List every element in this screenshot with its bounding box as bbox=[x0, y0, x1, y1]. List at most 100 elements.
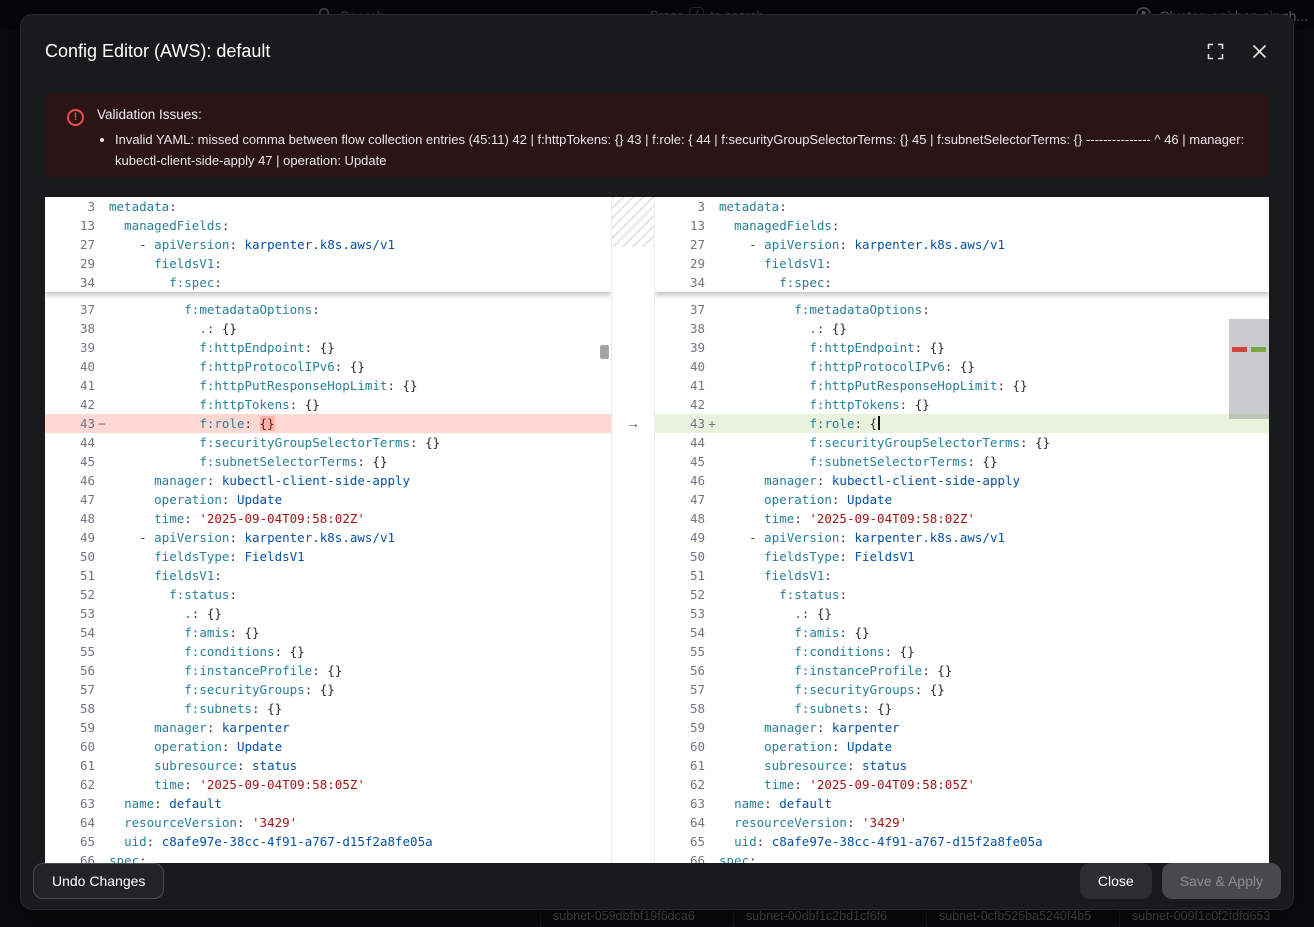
code-line: 50 fieldsType: FieldsV1 bbox=[655, 547, 1269, 566]
code-line: 50 fieldsType: FieldsV1 bbox=[45, 547, 611, 566]
scrollbar-thumb[interactable] bbox=[1229, 319, 1269, 419]
close-icon bbox=[1252, 44, 1267, 59]
code-line: 53 .: {} bbox=[655, 604, 1269, 623]
code-line: 41 f:httpPutResponseHopLimit: {} bbox=[655, 376, 1269, 395]
code-line: 59 manager: karpenter bbox=[45, 718, 611, 737]
close-button[interactable] bbox=[1250, 42, 1269, 61]
modal-footer: Undo Changes Close Save & Apply bbox=[21, 853, 1293, 909]
code-line: 40 f:httpProtocolIPv6: {} bbox=[655, 357, 1269, 376]
danger-icon: ! bbox=[67, 109, 84, 126]
overview-ruler[interactable] bbox=[1229, 197, 1269, 863]
code-line: 34 f:spec: bbox=[655, 273, 1269, 292]
code-line: 13 managedFields: bbox=[45, 216, 611, 235]
sticky-scroll-modified: 3metadata:13 managedFields:27 - apiVersi… bbox=[655, 197, 1269, 292]
code-line: 38 .: {} bbox=[45, 319, 611, 338]
code-line: 56 f:instanceProfile: {} bbox=[45, 661, 611, 680]
revert-change-arrow-icon[interactable]: → bbox=[612, 414, 654, 433]
code-line: 47 operation: Update bbox=[655, 490, 1269, 509]
code-line: 60 operation: Update bbox=[45, 737, 611, 756]
code-line: 57 f:securityGroups: {} bbox=[45, 680, 611, 699]
code-line: 29 fieldsV1: bbox=[45, 254, 611, 273]
code-line: 52 f:status: bbox=[655, 585, 1269, 604]
code-line: 57 f:securityGroups: {} bbox=[655, 680, 1269, 699]
code-line: 48 time: '2025-09-04T09:58:02Z' bbox=[45, 509, 611, 528]
modal-title: Config Editor (AWS): default bbox=[45, 41, 270, 62]
undo-changes-button[interactable]: Undo Changes bbox=[33, 863, 164, 899]
code-line: 44 f:securityGroupSelectorTerms: {} bbox=[45, 433, 611, 452]
code-line: 51 fieldsV1: bbox=[45, 566, 611, 585]
code-line: 58 f:subnets: {} bbox=[45, 699, 611, 718]
expand-icon bbox=[1207, 43, 1224, 60]
code-line: 52 f:status: bbox=[45, 585, 611, 604]
code-line: 64 resourceVersion: '3429' bbox=[45, 813, 611, 832]
code-body-modified: 37 f:metadataOptions:38 .: {}39 f:httpEn… bbox=[655, 300, 1269, 863]
code-line: 62 time: '2025-09-04T09:58:05Z' bbox=[45, 775, 611, 794]
diff-modified-pane[interactable]: 3metadata:13 managedFields:27 - apiVersi… bbox=[655, 197, 1269, 863]
code-body-original: 37 f:metadataOptions:38 .: {}39 f:httpEn… bbox=[45, 300, 611, 863]
code-line: 59 manager: karpenter bbox=[655, 718, 1269, 737]
code-line: 39 f:httpEndpoint: {} bbox=[655, 338, 1269, 357]
code-line: 51 fieldsV1: bbox=[655, 566, 1269, 585]
collapsed-region-stripes bbox=[612, 197, 654, 247]
code-line: 49 - apiVersion: karpenter.k8s.aws/v1 bbox=[655, 528, 1269, 547]
code-line: 63 name: default bbox=[655, 794, 1269, 813]
modal-header: Config Editor (AWS): default bbox=[21, 15, 1293, 87]
code-line: 45 f:subnetSelectorTerms: {} bbox=[45, 452, 611, 471]
code-line: 27 - apiVersion: karpenter.k8s.aws/v1 bbox=[655, 235, 1269, 254]
code-line: 63 name: default bbox=[45, 794, 611, 813]
original-scrollbar-thumb[interactable] bbox=[600, 345, 609, 359]
code-line: 42 f:httpTokens: {} bbox=[655, 395, 1269, 414]
code-line: 40 f:httpProtocolIPv6: {} bbox=[45, 357, 611, 376]
code-line: 46 manager: kubectl-client-side-apply bbox=[45, 471, 611, 490]
yaml-diff-editor: 3metadata:13 managedFields:27 - apiVersi… bbox=[45, 197, 1269, 863]
code-line: 60 operation: Update bbox=[655, 737, 1269, 756]
code-line: 46 manager: kubectl-client-side-apply bbox=[655, 471, 1269, 490]
diff-action-gutter: → bbox=[611, 197, 655, 863]
alert-item-list: Invalid YAML: missed comma between flow … bbox=[97, 129, 1245, 171]
alert-item: Invalid YAML: missed comma between flow … bbox=[115, 129, 1245, 171]
sticky-scroll-original: 3metadata:13 managedFields:27 - apiVersi… bbox=[45, 197, 611, 292]
code-line: 49 - apiVersion: karpenter.k8s.aws/v1 bbox=[45, 528, 611, 547]
diff-original-pane[interactable]: 3metadata:13 managedFields:27 - apiVersi… bbox=[45, 197, 611, 863]
code-line: 65 uid: c8afe97e-38cc-4f91-a767-d15f2a8f… bbox=[45, 832, 611, 851]
close-footer-button[interactable]: Close bbox=[1080, 863, 1152, 899]
code-line: 42 f:httpTokens: {} bbox=[45, 395, 611, 414]
code-line: 47 operation: Update bbox=[45, 490, 611, 509]
code-line: 55 f:conditions: {} bbox=[655, 642, 1269, 661]
code-line: 43+ f:role: { bbox=[655, 414, 1269, 433]
code-line: 61 subresource: status bbox=[655, 756, 1269, 775]
code-line: 27 - apiVersion: karpenter.k8s.aws/v1 bbox=[45, 235, 611, 254]
code-line: 13 managedFields: bbox=[655, 216, 1269, 235]
code-line: 37 f:metadataOptions: bbox=[655, 300, 1269, 319]
code-line: 38 .: {} bbox=[655, 319, 1269, 338]
code-line: 53 .: {} bbox=[45, 604, 611, 623]
code-line: 48 time: '2025-09-04T09:58:02Z' bbox=[655, 509, 1269, 528]
alert-title: Validation Issues: bbox=[97, 107, 1245, 122]
diff-added-marker bbox=[1251, 347, 1266, 352]
code-line: 29 fieldsV1: bbox=[655, 254, 1269, 273]
code-line: 34 f:spec: bbox=[45, 273, 611, 292]
code-line: 45 f:subnetSelectorTerms: {} bbox=[655, 452, 1269, 471]
code-line: 41 f:httpPutResponseHopLimit: {} bbox=[45, 376, 611, 395]
code-line: 62 time: '2025-09-04T09:58:05Z' bbox=[655, 775, 1269, 794]
save-apply-button[interactable]: Save & Apply bbox=[1162, 863, 1281, 899]
page: Search... Press / to search Cluster: ani… bbox=[0, 0, 1314, 927]
config-editor-modal: Config Editor (AWS): default ! Vali bbox=[20, 14, 1294, 910]
code-line: 39 f:httpEndpoint: {} bbox=[45, 338, 611, 357]
code-line: 3metadata: bbox=[45, 197, 611, 216]
diff-removed-marker bbox=[1232, 347, 1247, 352]
code-line: 61 subresource: status bbox=[45, 756, 611, 775]
code-line: 56 f:instanceProfile: {} bbox=[655, 661, 1269, 680]
code-line: 65 uid: c8afe97e-38cc-4f91-a767-d15f2a8f… bbox=[655, 832, 1269, 851]
code-line: 54 f:amis: {} bbox=[45, 623, 611, 642]
code-line: 44 f:securityGroupSelectorTerms: {} bbox=[655, 433, 1269, 452]
code-line: 43− f:role: {} bbox=[45, 414, 611, 433]
code-line: 55 f:conditions: {} bbox=[45, 642, 611, 661]
expand-button[interactable] bbox=[1205, 41, 1226, 62]
text-cursor bbox=[878, 416, 880, 430]
code-line: 64 resourceVersion: '3429' bbox=[655, 813, 1269, 832]
validation-alert: ! Validation Issues: Invalid YAML: misse… bbox=[45, 93, 1269, 177]
code-line: 54 f:amis: {} bbox=[655, 623, 1269, 642]
code-line: 3metadata: bbox=[655, 197, 1269, 216]
code-line: 58 f:subnets: {} bbox=[655, 699, 1269, 718]
